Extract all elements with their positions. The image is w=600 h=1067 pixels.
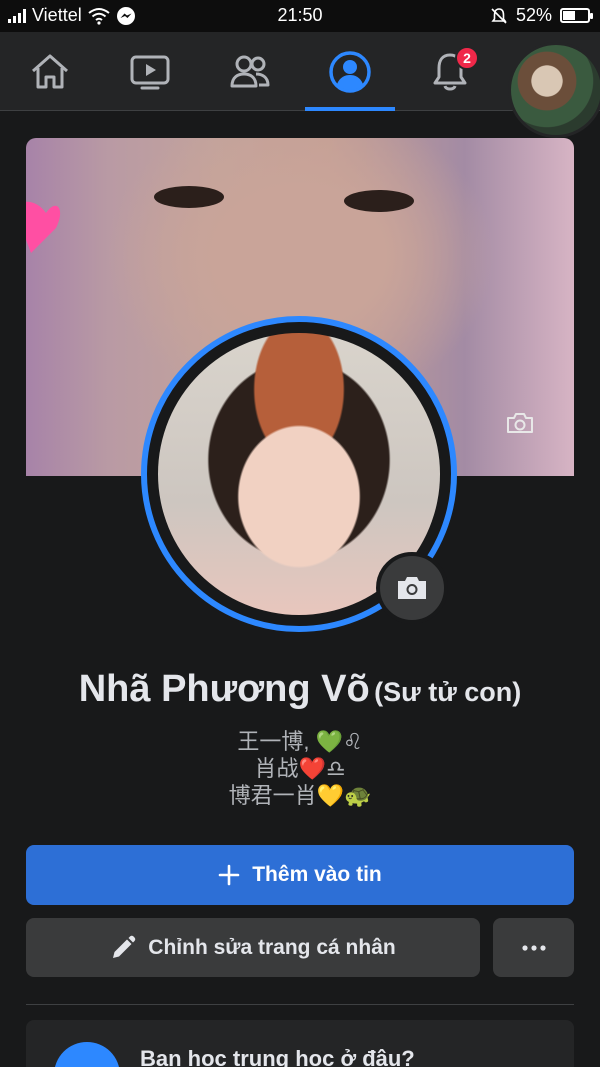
camera-icon	[507, 413, 533, 433]
silent-bell-icon	[491, 7, 507, 24]
account-avatar[interactable]	[508, 42, 600, 138]
status-bar: Viettel 21:50 52%	[0, 0, 600, 32]
profile-name: Nhã Phương Võ	[78, 668, 370, 710]
plus-icon	[218, 864, 240, 886]
more-options-button[interactable]	[493, 918, 574, 977]
education-prompt-title: Bạn học trung học ở đâu?	[140, 1046, 415, 1067]
bio-line: 王一博, 💚♌	[237, 729, 363, 754]
education-prompt-card[interactable]: Bạn học trung học ở đâu?	[26, 1020, 574, 1067]
notification-badge: 2	[455, 46, 479, 70]
bio-line: 肖战❤️♎	[254, 756, 346, 781]
tab-home[interactable]	[5, 32, 95, 111]
tab-watch[interactable]	[105, 32, 195, 111]
camera-icon	[398, 577, 426, 599]
profile-bio: 王一博, 💚♌ 肖战❤️♎ 博君一肖💛🐢	[0, 728, 600, 809]
profile-icon	[329, 50, 371, 93]
battery-icon	[560, 8, 593, 23]
edit-profile-picture-button[interactable]	[376, 552, 448, 624]
section-divider	[26, 1004, 574, 1005]
edit-profile-button[interactable]: Chỉnh sửa trang cá nhân	[26, 918, 480, 977]
battery-percent: 52%	[515, 5, 552, 25]
education-icon	[54, 1042, 120, 1067]
friends-icon	[230, 55, 270, 87]
tab-friends[interactable]	[205, 32, 295, 111]
tab-profile[interactable]	[305, 32, 395, 111]
bio-line: 博君一肖💛🐢	[228, 783, 372, 808]
home-icon	[32, 54, 68, 88]
edit-cover-button[interactable]	[496, 403, 544, 443]
profile-name-block: Nhã Phương Võ (Sư tử con)	[0, 668, 600, 711]
add-to-story-label: Thêm vào tin	[252, 863, 382, 886]
edit-profile-label: Chỉnh sửa trang cá nhân	[148, 935, 396, 959]
more-dots-icon	[521, 944, 546, 951]
pencil-icon	[113, 935, 136, 958]
profile-nickname: (Sư tử con)	[374, 677, 522, 707]
add-to-story-button[interactable]: Thêm vào tin	[26, 845, 574, 905]
heart-sticker-icon	[26, 201, 61, 253]
watch-icon	[130, 55, 170, 89]
tab-notifications[interactable]: 2	[405, 32, 495, 111]
